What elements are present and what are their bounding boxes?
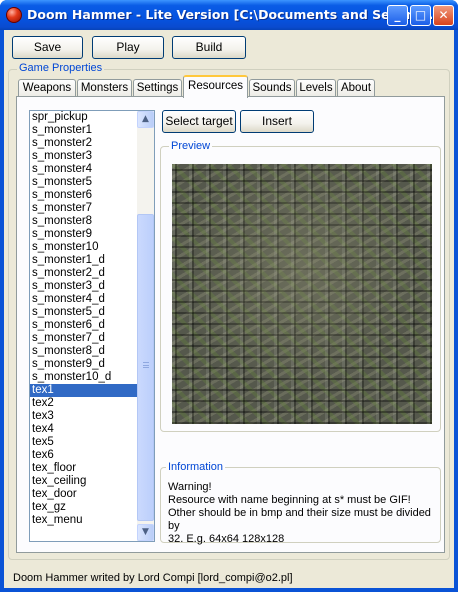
client-area: Save Play Build Game Properties Weapons … [4, 30, 454, 588]
list-item[interactable]: tex_ceiling [30, 475, 137, 488]
tab-monsters[interactable]: Monsters [77, 79, 132, 97]
minimize-icon: _ [394, 8, 401, 22]
play-button[interactable]: Play [92, 36, 164, 59]
app-window: Doom Hammer - Lite Version [C:\Documents… [0, 0, 458, 592]
list-item[interactable]: s_monster6 [30, 189, 137, 202]
scroll-up-button[interactable]: ▲ [137, 111, 154, 128]
window-title: Doom Hammer - Lite Version [C:\Documents… [27, 7, 438, 22]
maximize-button[interactable]: □ [410, 5, 431, 26]
list-item[interactable]: tex3 [30, 410, 137, 423]
tab-settings[interactable]: Settings [133, 79, 182, 97]
chevron-down-icon: ▼ [142, 527, 149, 537]
save-button[interactable]: Save [12, 36, 83, 59]
list-item[interactable]: tex2 [30, 397, 137, 410]
close-button[interactable]: ✕ [433, 5, 454, 26]
resource-list-items: spr_pickup s_monster1 s_monster2 s_monster3… [30, 111, 137, 527]
list-item[interactable]: tex_door [30, 488, 137, 501]
preview-label: Preview [169, 140, 213, 152]
list-item[interactable]: s_monster10 [30, 241, 137, 254]
list-item[interactable]: s_monster5_d [30, 306, 137, 319]
list-item[interactable]: tex6 [30, 449, 137, 462]
list-item[interactable]: tex1 [30, 384, 137, 397]
tab-weapons[interactable]: Weapons [18, 79, 76, 97]
grip-icon [143, 362, 149, 368]
list-item[interactable]: s_monster10_d [30, 371, 137, 384]
resource-list-scrollbar[interactable]: ▲ ▼ [137, 111, 154, 541]
list-item[interactable]: s_monster2_d [30, 267, 137, 280]
info-line: Other should be in bmp and their size mu… [168, 507, 431, 532]
close-icon: ✕ [438, 8, 449, 22]
list-item[interactable]: s_monster8_d [30, 345, 137, 358]
list-item[interactable]: s_monster3_d [30, 280, 137, 293]
list-item[interactable]: s_monster5 [30, 176, 137, 189]
minimize-button[interactable]: _ [387, 5, 408, 26]
scroll-thumb[interactable] [137, 214, 154, 521]
resources-tab-page: spr_pickup s_monster1 s_monster2 s_monster3… [16, 96, 445, 553]
select-target-button[interactable]: Select target [162, 110, 236, 133]
game-properties-label: Game Properties [17, 62, 105, 74]
list-item[interactable]: tex_menu [30, 514, 137, 527]
information-text: Warning! Resource with name beginning at… [168, 481, 442, 546]
list-item[interactable]: s_monster1 [30, 124, 137, 137]
list-item[interactable]: s_monster6_d [30, 319, 137, 332]
build-button[interactable]: Build [172, 36, 246, 59]
app-icon[interactable] [6, 7, 22, 23]
tab-sounds[interactable]: Sounds [249, 79, 295, 97]
list-item[interactable]: tex4 [30, 423, 137, 436]
insert-button[interactable]: Insert [240, 110, 314, 133]
maximize-icon: □ [414, 8, 427, 22]
list-item[interactable]: s_monster9 [30, 228, 137, 241]
information-label: Information [166, 461, 226, 473]
title-bar[interactable]: Doom Hammer - Lite Version [C:\Documents… [0, 0, 458, 30]
info-line: 32. E.g. 64x64 128x128 [168, 533, 285, 545]
list-item[interactable]: s_monster7 [30, 202, 137, 215]
texture-preview [172, 164, 432, 424]
information-group: Warning! Resource with name beginning at… [160, 467, 442, 546]
list-item[interactable]: spr_pickup [30, 111, 137, 124]
scroll-down-button[interactable]: ▼ [137, 524, 154, 541]
list-item[interactable]: s_monster4_d [30, 293, 137, 306]
tab-about[interactable]: About [337, 79, 375, 97]
list-item[interactable]: s_monster8 [30, 215, 137, 228]
tab-levels[interactable]: Levels [296, 79, 336, 97]
list-item[interactable]: s_monster7_d [30, 332, 137, 345]
list-item[interactable]: s_monster2 [30, 137, 137, 150]
preview-group [160, 146, 441, 432]
tab-resources[interactable]: Resources [183, 75, 248, 98]
resource-list[interactable]: spr_pickup s_monster1 s_monster2 s_monster3… [29, 110, 155, 542]
list-item[interactable]: s_monster3 [30, 150, 137, 163]
list-item[interactable]: tex_floor [30, 462, 137, 475]
list-item[interactable]: tex_gz [30, 501, 137, 514]
status-bar: Doom Hammer writed by Lord Compi [lord_c… [4, 568, 454, 588]
list-item[interactable]: s_monster4 [30, 163, 137, 176]
list-item[interactable]: s_monster1_d [30, 254, 137, 267]
list-item[interactable]: s_monster9_d [30, 358, 137, 371]
info-line: Resource with name beginning at s* must … [168, 494, 411, 506]
list-item[interactable]: tex5 [30, 436, 137, 449]
status-text: Doom Hammer writed by Lord Compi [lord_c… [13, 572, 293, 584]
info-line: Warning! [168, 481, 212, 493]
chevron-up-icon: ▲ [142, 114, 149, 124]
